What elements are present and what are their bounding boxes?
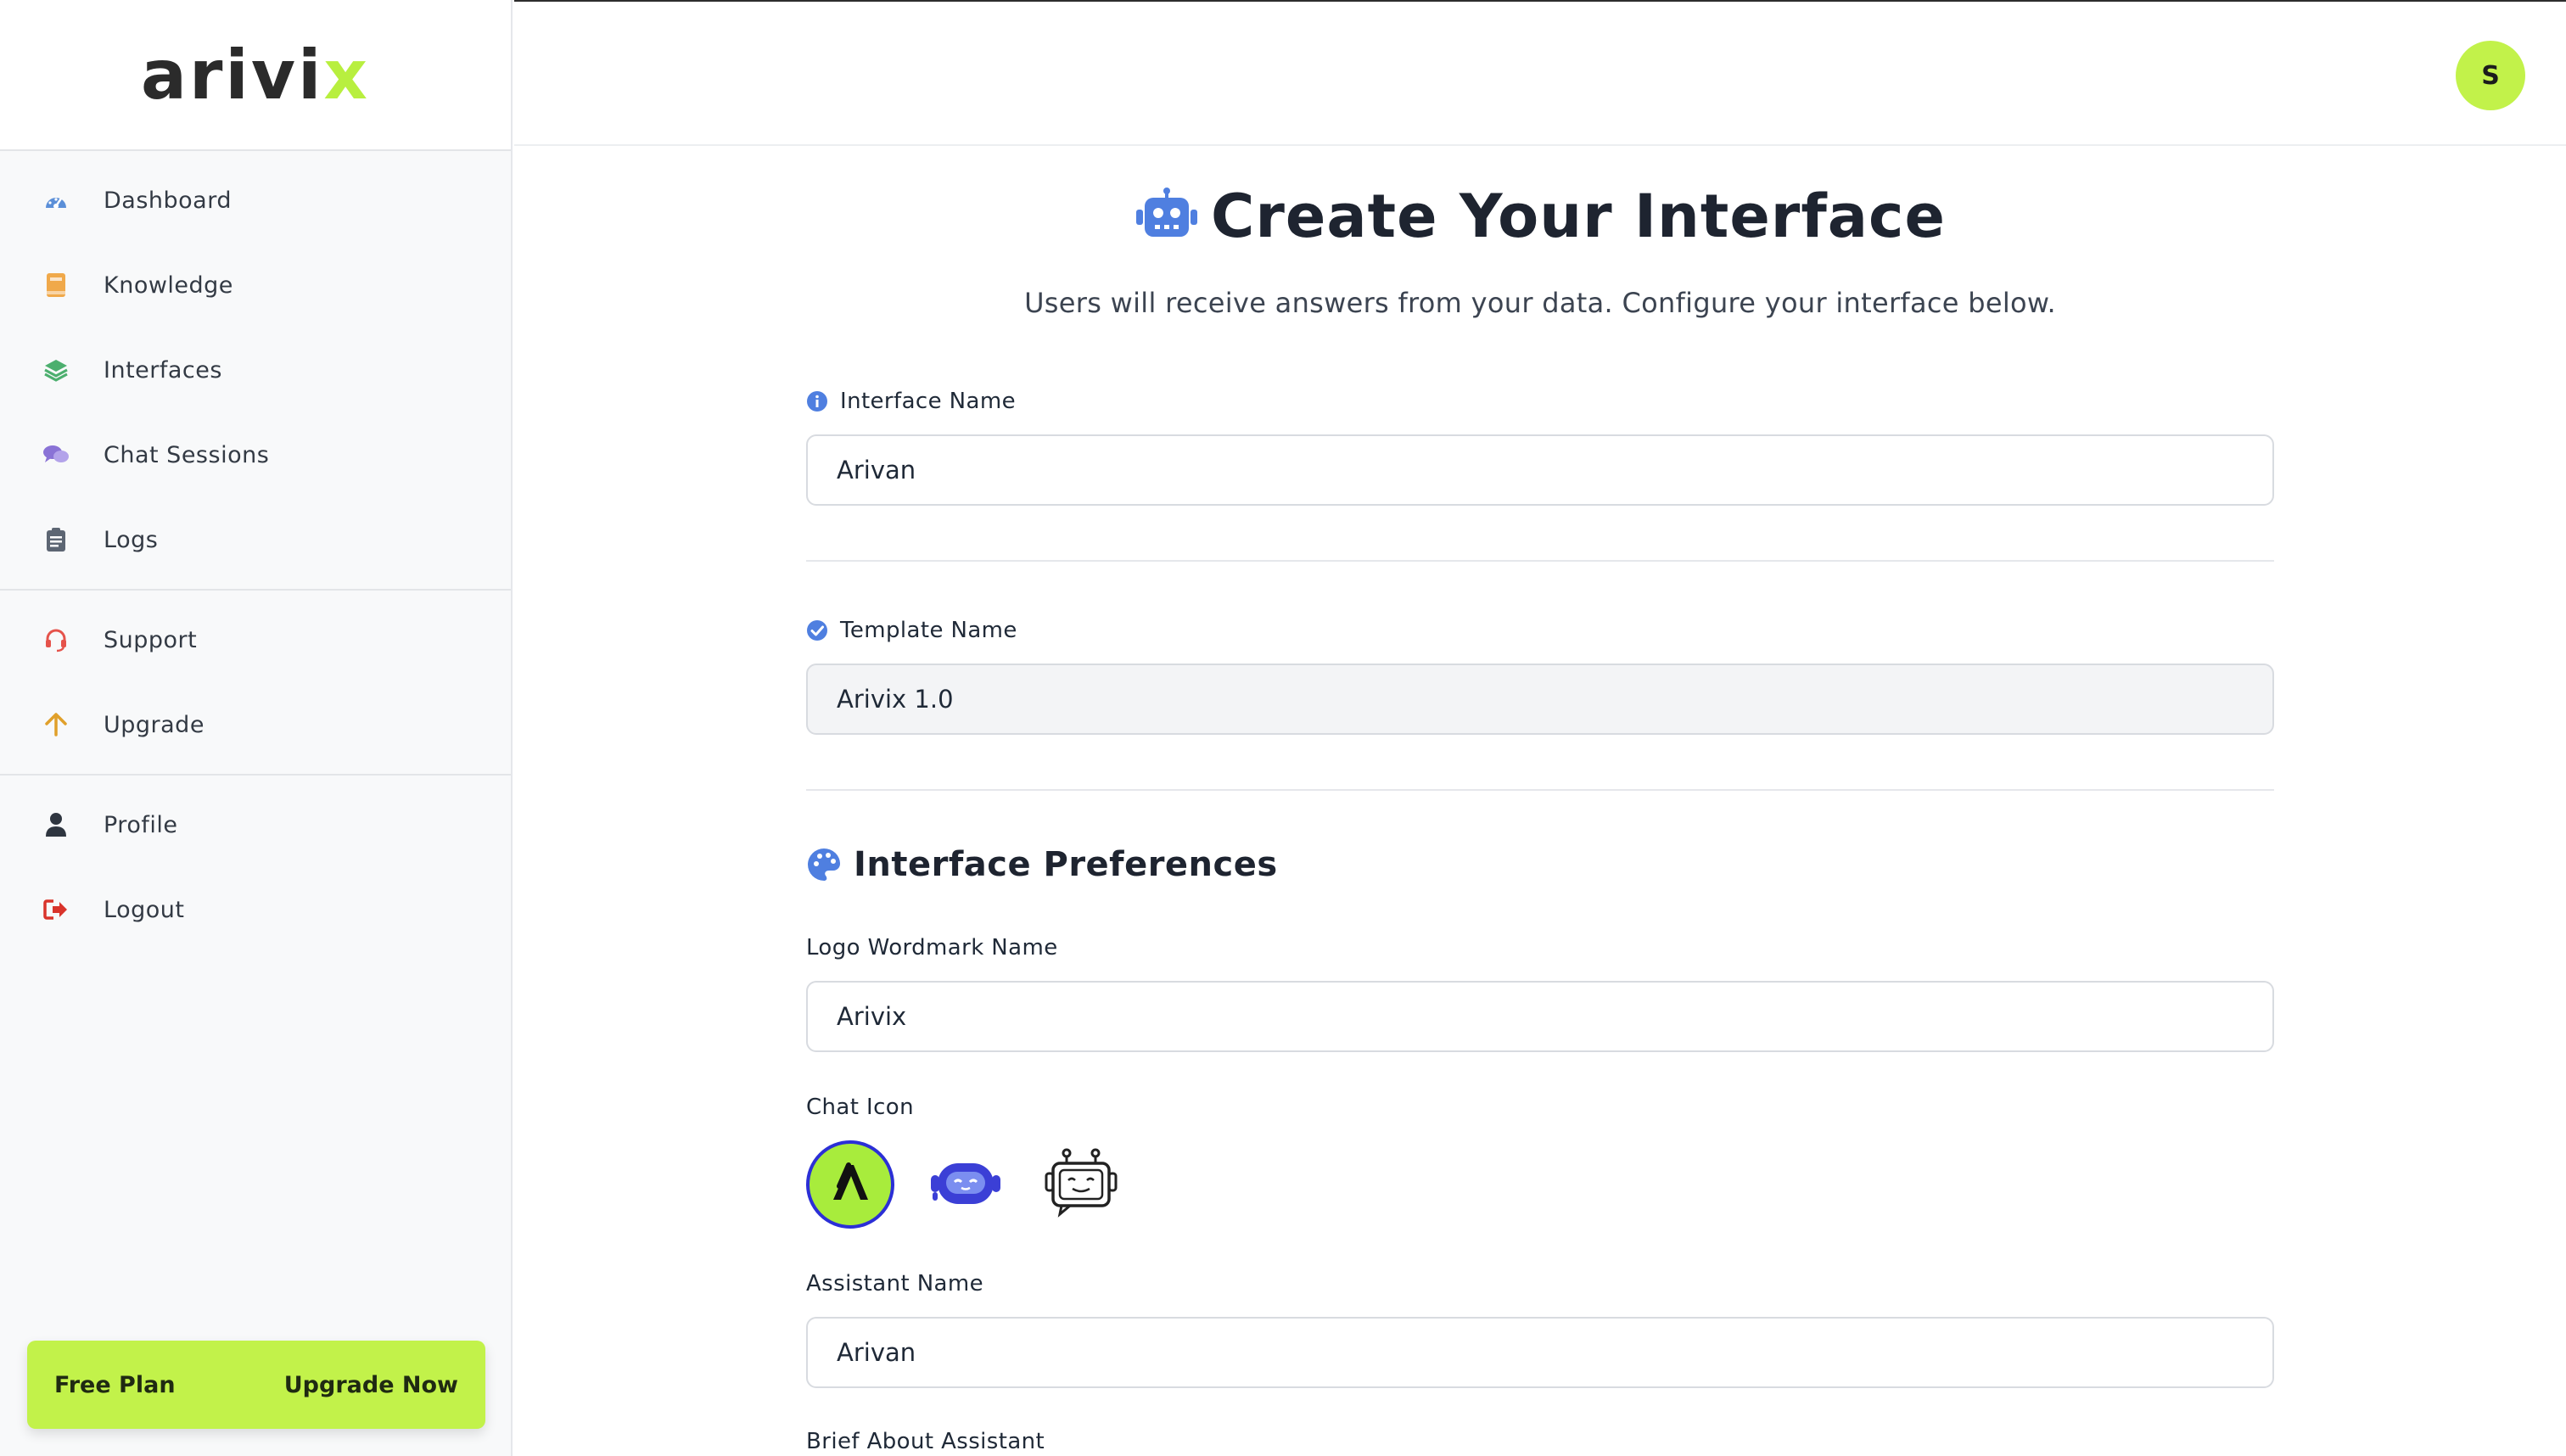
letter-a-icon	[828, 1161, 872, 1208]
interface-name-label: Interface Name	[840, 389, 1016, 414]
info-icon	[806, 390, 828, 412]
brand-wordmark: arivix	[140, 35, 371, 115]
sidebar-item-knowledge[interactable]: Knowledge	[0, 243, 511, 328]
nav-account: Profile Logout	[0, 776, 511, 959]
preferences-title: Interface Preferences	[854, 845, 1278, 884]
assistant-name-input[interactable]	[806, 1317, 2274, 1388]
chat-bubbles-icon	[42, 441, 70, 468]
layers-icon	[42, 356, 70, 384]
brief-label-row: Brief About Assistant	[806, 1429, 1045, 1454]
chat-icon-option-letter-a[interactable]	[806, 1140, 894, 1229]
clipboard-icon	[42, 526, 70, 553]
sidebar-item-upgrade[interactable]: Upgrade	[0, 682, 511, 767]
sidebar-item-label: Dashboard	[104, 187, 232, 214]
nav-secondary: Support Upgrade	[0, 591, 511, 776]
sidebar-item-label: Logs	[104, 526, 159, 553]
chat-icon-label: Chat Icon	[806, 1095, 914, 1120]
chat-icon-option-robot-chat[interactable]	[1037, 1140, 1125, 1229]
logout-icon	[42, 896, 70, 923]
sidebar-item-profile[interactable]: Profile	[0, 782, 511, 867]
sidebar-item-logout[interactable]: Logout	[0, 867, 511, 952]
page-header: Create Your Interface	[806, 182, 2274, 251]
arrow-up-icon	[42, 711, 70, 738]
sidebar-item-chat-sessions[interactable]: Chat Sessions	[0, 412, 511, 497]
template-name-label-row: Template Name	[806, 618, 1017, 643]
sidebar: arivix Dashboard Knowledge Interfaces Ch…	[0, 0, 513, 1456]
section-divider	[806, 560, 2274, 562]
plan-name: Free Plan	[54, 1371, 176, 1398]
sidebar-item-label: Support	[104, 626, 198, 653]
chat-icon-label-row: Chat Icon	[806, 1095, 914, 1120]
plan-upgrade-bar[interactable]: Free Plan Upgrade Now	[27, 1341, 485, 1429]
sidebar-item-support[interactable]: Support	[0, 597, 511, 682]
sidebar-item-interfaces[interactable]: Interfaces	[0, 328, 511, 412]
brand-logo[interactable]: arivix	[0, 0, 511, 151]
brief-about-assistant-label: Brief About Assistant	[806, 1429, 1045, 1454]
upgrade-now-link[interactable]: Upgrade Now	[284, 1372, 458, 1398]
dashboard-gauge-icon	[42, 187, 70, 214]
check-circle-icon	[806, 619, 828, 641]
logo-wordmark-label-row: Logo Wordmark Name	[806, 935, 1058, 960]
assistant-name-label-row: Assistant Name	[806, 1271, 983, 1296]
headset-icon	[42, 626, 70, 653]
user-avatar[interactable]: S	[2456, 41, 2525, 110]
interface-name-input[interactable]	[806, 434, 2274, 506]
template-name-label: Template Name	[840, 618, 1017, 643]
top-header: S	[514, 0, 2566, 146]
sidebar-item-label: Chat Sessions	[104, 441, 270, 468]
assistant-name-label: Assistant Name	[806, 1271, 984, 1296]
logo-wordmark-label: Logo Wordmark Name	[806, 935, 1058, 960]
chat-icon-option-robot-face[interactable]	[922, 1140, 1010, 1229]
logo-wordmark-input[interactable]	[806, 981, 2274, 1052]
app-root: arivix Dashboard Knowledge Interfaces Ch…	[0, 0, 2566, 1456]
sidebar-item-label: Interfaces	[104, 356, 222, 384]
sidebar-item-dashboard[interactable]: Dashboard	[0, 158, 511, 243]
robot-face-icon	[929, 1155, 1002, 1214]
sidebar-item-label: Logout	[104, 896, 185, 923]
interface-name-label-row: Interface Name	[806, 389, 1016, 414]
robot-chat-icon	[1045, 1148, 1118, 1221]
template-name-input[interactable]	[806, 664, 2274, 735]
sidebar-item-label: Upgrade	[104, 711, 204, 738]
palette-icon	[806, 847, 842, 882]
sidebar-item-label: Knowledge	[104, 272, 233, 299]
robot-icon	[1135, 188, 1199, 245]
user-icon	[42, 811, 70, 838]
page-subtitle: Users will receive answers from your dat…	[1024, 287, 2056, 319]
page-title: Create Your Interface	[1211, 182, 1946, 251]
sidebar-item-logs[interactable]: Logs	[0, 497, 511, 582]
section-divider	[806, 789, 2274, 791]
book-icon	[42, 272, 70, 299]
nav-primary: Dashboard Knowledge Interfaces Chat Sess…	[0, 151, 511, 591]
main-content: Create Your Interface Users will receive…	[514, 148, 2566, 1456]
sidebar-item-label: Profile	[104, 811, 178, 838]
preferences-header: Interface Preferences	[806, 845, 1278, 884]
